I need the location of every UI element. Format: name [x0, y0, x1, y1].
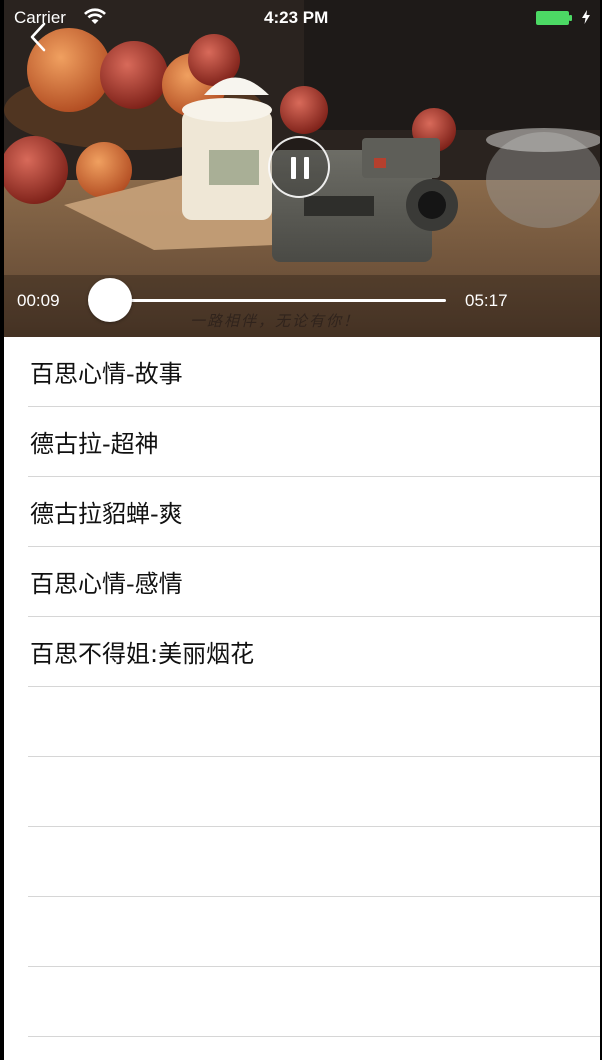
list-item[interactable] [4, 897, 600, 967]
list-item[interactable]: 百思不得姐:美丽烟花 [4, 617, 600, 687]
video-player[interactable]: Carrier 4:23 PM 一路相伴，无论有你！ 00:09 05:17 [4, 0, 600, 337]
list-item[interactable]: 百思心情-故事 [4, 337, 600, 407]
list-item[interactable]: 德古拉-超神 [4, 407, 600, 477]
list-item-label: 百思心情-故事 [30, 360, 183, 388]
list-item-label: 德古拉貂蝉-爽 [30, 500, 183, 528]
list-item[interactable] [4, 757, 600, 827]
wifi-icon [84, 8, 106, 24]
progress-slider[interactable] [88, 278, 446, 322]
list-item[interactable]: 德古拉貂蝉-爽 [4, 477, 600, 547]
list-item[interactable] [4, 967, 600, 1037]
list-item[interactable]: 百思心情-感情 [4, 547, 600, 617]
video-subtitle: 一路相伴，无论有你！ [190, 312, 361, 330]
app-screen: Carrier 4:23 PM 一路相伴，无论有你！ 00:09 05:17 百… [4, 0, 600, 1060]
list-item[interactable] [4, 827, 600, 897]
total-time: 05:17 [465, 291, 508, 310]
charging-bolt-icon [582, 10, 590, 24]
battery-icon [536, 11, 572, 25]
list-item[interactable] [4, 687, 600, 757]
back-button[interactable] [24, 20, 54, 54]
chevron-left-icon [30, 22, 46, 52]
current-time: 00:09 [17, 291, 60, 310]
list-item-label: 德古拉-超神 [30, 430, 159, 458]
list-item-label: 百思不得姐:美丽烟花 [30, 640, 255, 668]
status-time: 4:23 PM [264, 8, 329, 27]
pause-button[interactable] [268, 136, 330, 198]
status-bar: Carrier 4:23 PM [4, 0, 600, 36]
list-item-label: 百思心情-感情 [30, 570, 183, 598]
list-item[interactable] [4, 1037, 600, 1060]
video-list: 百思心情-故事 德古拉-超神 德古拉貂蝉-爽 百思心情-感情百思不得姐:美丽烟花 [4, 337, 600, 1060]
pause-icon [291, 157, 309, 179]
